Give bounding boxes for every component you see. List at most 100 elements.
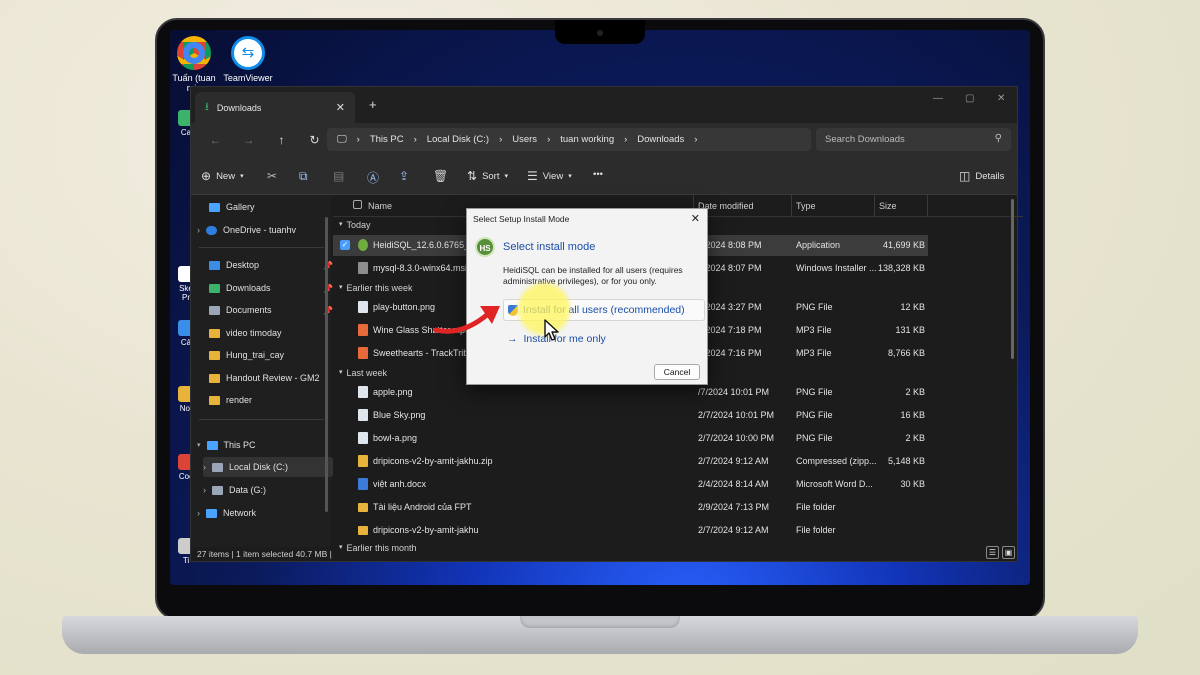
file-type: Microsoft Word D... bbox=[796, 479, 873, 489]
table-row[interactable]: Blue Sky.png 2/7/2024 10:01 PM PNG File 16 … bbox=[333, 405, 928, 426]
chevron-down-icon: ▾ bbox=[339, 544, 343, 551]
sidebar-item-desktop[interactable]: Desktop 📌 bbox=[209, 255, 339, 275]
file-date: 2/7/2024 10:00 PM bbox=[698, 433, 775, 443]
file-size: 16 KB bbox=[900, 410, 925, 420]
sidebar-item-documents[interactable]: Documents 📌 bbox=[209, 300, 339, 320]
folder-icon bbox=[209, 373, 220, 383]
sidebar-item-network[interactable]: › Network bbox=[197, 503, 327, 523]
sidebar-item-label: Data (G:) bbox=[229, 485, 267, 495]
table-row[interactable]: apple.png/7/2024 10:01 PM PNG File 2 KB bbox=[333, 382, 928, 403]
file-name: Tài liệu Android của FPT bbox=[373, 502, 472, 512]
back-button[interactable]: ← bbox=[199, 133, 232, 147]
rename-button[interactable]: Ⓐ bbox=[367, 169, 379, 186]
file-type: PNG File bbox=[796, 410, 833, 420]
clipboard-icon: ▤ bbox=[333, 169, 345, 183]
new-label: New bbox=[216, 170, 236, 182]
more-options-button[interactable]: ••• bbox=[593, 169, 603, 180]
column-header-size[interactable]: Size bbox=[879, 201, 897, 211]
view-button[interactable]: ☰ View ▾ bbox=[527, 169, 572, 183]
group-header-earlier-this-month[interactable]: ▾ Earlier this month bbox=[339, 543, 417, 553]
file-size: 12 KB bbox=[900, 302, 925, 312]
forward-button[interactable]: → bbox=[232, 133, 265, 147]
chevron-right-icon: › bbox=[624, 134, 628, 145]
sidebar-item-label: This PC bbox=[223, 440, 256, 450]
group-header-today[interactable]: ▾ Today bbox=[339, 220, 371, 230]
sidebar-scrollbar[interactable] bbox=[325, 217, 328, 512]
maximize-button[interactable]: ▢ bbox=[965, 93, 974, 104]
file-list-scrollbar[interactable] bbox=[1011, 199, 1014, 359]
dialog-close-button[interactable]: ✕ bbox=[691, 212, 700, 225]
checkbox-checked-icon[interactable]: ✓ bbox=[340, 240, 350, 250]
sort-button[interactable]: ⇅ Sort ▾ bbox=[467, 169, 508, 183]
sidebar-item-data-drive[interactable]: › Data (G:) bbox=[203, 480, 333, 500]
sidebar-item-gallery[interactable]: Gallery bbox=[209, 197, 339, 217]
chrome-icon bbox=[177, 36, 211, 70]
app-icon bbox=[358, 239, 368, 251]
table-row[interactable]: việt anh.docx 2/4/2024 8:14 AM Microsoft W… bbox=[333, 474, 928, 495]
tab-downloads[interactable]: ⭳ Downloads ✕ bbox=[195, 92, 355, 123]
breadcrumb-item[interactable]: This PC bbox=[370, 134, 404, 145]
download-icon: ⭳ bbox=[205, 101, 209, 113]
copy-button[interactable]: ⧉ bbox=[299, 169, 308, 184]
file-date: 2/4/2024 8:14 AM bbox=[698, 479, 769, 489]
breadcrumb-item[interactable]: tuan working bbox=[560, 134, 614, 145]
sidebar-item-local-disk[interactable]: › Local Disk (C:) bbox=[203, 457, 333, 477]
trash-icon: 🗑 bbox=[433, 169, 449, 183]
table-row[interactable]: bowl-a.png 2/7/2024 10:00 PM PNG File 2 KB bbox=[333, 428, 928, 449]
sidebar-item-label: Documents bbox=[226, 305, 272, 315]
table-row[interactable]: Tài liệu Android của FPT 2/9/2024 7:13 PM… bbox=[333, 497, 928, 518]
delete-button[interactable]: 🗑 bbox=[433, 169, 448, 183]
copy-icon: ⧉ bbox=[299, 169, 308, 183]
paste-button[interactable]: ▤ bbox=[333, 169, 344, 183]
group-header-last-week[interactable]: ▾ Last week bbox=[339, 368, 387, 378]
details-button[interactable]: ◫ Details bbox=[959, 169, 1004, 183]
sidebar-item-onedrive[interactable]: › OneDrive - tuanhv bbox=[197, 220, 327, 240]
table-row[interactable]: dripicons-v2-by-amit-jakhu 2/7/2024 9:12 … bbox=[333, 520, 928, 541]
search-input[interactable]: Search Downloads ⚲ bbox=[816, 128, 1011, 151]
close-window-button[interactable]: ✕ bbox=[997, 93, 1005, 104]
column-header-name[interactable]: Name bbox=[368, 201, 392, 211]
file-type: File folder bbox=[796, 502, 836, 512]
close-tab-icon[interactable]: ✕ bbox=[336, 101, 345, 114]
column-header-type[interactable]: Type bbox=[796, 201, 816, 211]
up-button[interactable]: ↑ bbox=[265, 133, 298, 147]
table-row[interactable]: dripicons-v2-by-amit-jakhu.zip 2/7/2024 9… bbox=[333, 451, 928, 472]
file-name: dripicons-v2-by-amit-jakhu bbox=[373, 525, 479, 535]
file-name: mysql-8.3.0-winx64.msi bbox=[373, 263, 468, 273]
address-bar[interactable]: 🖵 › This PC › Local Disk (C:) › Users › … bbox=[327, 128, 811, 151]
file-size: 138,328 KB bbox=[877, 263, 925, 273]
sidebar-item-hung-trai-cay[interactable]: Hung_trai_cay bbox=[209, 345, 339, 365]
sidebar-item-label: OneDrive - tuanhv bbox=[223, 225, 297, 235]
share-button[interactable]: ⇪ bbox=[399, 169, 409, 183]
sidebar-item-downloads[interactable]: Downloads 📌 bbox=[209, 278, 339, 298]
cut-button[interactable]: ✂ bbox=[267, 169, 277, 183]
minimize-button[interactable]: — bbox=[933, 93, 943, 104]
arrow-right-icon: → bbox=[507, 333, 518, 345]
tiles-view-icon[interactable]: ▣ bbox=[1002, 546, 1015, 559]
sidebar-item-this-pc[interactable]: ▾ This PC bbox=[197, 435, 327, 455]
sidebar-item-handout-review[interactable]: Handout Review - GM2 bbox=[209, 368, 339, 388]
chevron-down-icon: ▾ bbox=[339, 369, 343, 376]
new-button[interactable]: ⊕ New ▾ bbox=[201, 169, 244, 183]
file-name: apple.png bbox=[373, 387, 413, 397]
plus-circle-icon: ⊕ bbox=[201, 169, 212, 183]
word-document-icon bbox=[358, 478, 368, 490]
sidebar-item-video-timoday[interactable]: video timoday bbox=[209, 323, 339, 343]
sidebar-item-label: Local Disk (C:) bbox=[229, 462, 289, 472]
chevron-down-icon: ▾ bbox=[339, 221, 343, 228]
breadcrumb-item[interactable]: Users bbox=[512, 134, 537, 145]
group-header-earlier-this-week[interactable]: ▾ Earlier this week bbox=[339, 283, 413, 293]
file-size: 2 KB bbox=[905, 387, 925, 397]
select-all-checkbox[interactable] bbox=[353, 200, 362, 209]
breadcrumb-item[interactable]: Local Disk (C:) bbox=[427, 134, 489, 145]
details-view-icon[interactable]: ☰ bbox=[986, 546, 999, 559]
desktop-icon-label: Ti bbox=[182, 556, 190, 565]
new-tab-button[interactable]: + bbox=[369, 97, 377, 112]
sidebar-item-render[interactable]: render bbox=[209, 390, 339, 410]
installer-icon bbox=[358, 262, 368, 274]
dialog-description: HeidiSQL can be installed for all users … bbox=[503, 265, 683, 286]
breadcrumb-item[interactable]: Downloads bbox=[637, 134, 684, 145]
desktop-icon-teamviewer[interactable]: ⇆ TeamViewer bbox=[218, 36, 278, 83]
cancel-button[interactable]: Cancel bbox=[654, 364, 700, 380]
desktop-icon-chrome[interactable]: Tuấn (tuan min bbox=[170, 36, 224, 93]
